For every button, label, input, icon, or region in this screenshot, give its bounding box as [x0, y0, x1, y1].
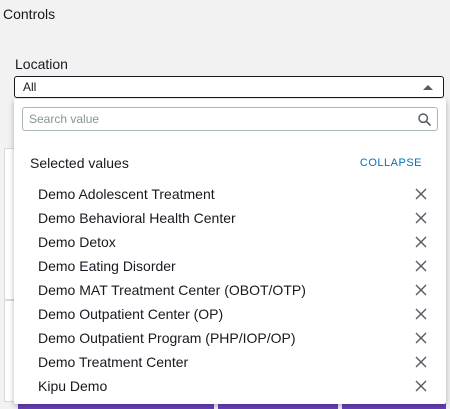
list-item-label: Demo Behavioral Health Center	[38, 210, 236, 226]
close-icon[interactable]	[414, 235, 428, 249]
list-item: Demo Treatment Center	[14, 350, 446, 374]
list-item-label: Kipu Demo	[38, 378, 108, 394]
list-item: Demo MAT Treatment Center (OBOT/OTP)	[14, 278, 446, 302]
list-item-label: Demo Outpatient Center (OP)	[38, 306, 224, 322]
list-item-label: Demo Adolescent Treatment	[38, 186, 215, 202]
list-item-label: Demo Detox	[38, 234, 116, 250]
list-item: Demo Behavioral Health Center	[14, 206, 446, 230]
search-box	[22, 107, 438, 131]
selected-values-header: Selected values COLLAPSE	[30, 155, 422, 171]
list-item: Demo Outpatient Program (PHP/IOP/OP)	[14, 326, 446, 350]
list-item-label: Demo MAT Treatment Center (OBOT/OTP)	[38, 282, 306, 298]
caret-up-icon	[423, 84, 433, 90]
search-icon[interactable]	[418, 112, 431, 126]
collapse-button[interactable]: COLLAPSE	[360, 157, 422, 169]
location-select[interactable]: All	[14, 76, 444, 98]
close-icon[interactable]	[414, 331, 428, 345]
selected-values-list: Demo Adolescent Treatment Demo Behaviora…	[14, 182, 446, 398]
list-item-label: Demo Outpatient Program (PHP/IOP/OP)	[38, 330, 296, 346]
close-icon[interactable]	[414, 187, 428, 201]
location-select-value: All	[23, 80, 37, 94]
list-item: Demo Detox	[14, 230, 446, 254]
location-dropdown: Selected values COLLAPSE Demo Adolescent…	[14, 99, 446, 404]
list-item: Demo Adolescent Treatment	[14, 182, 446, 206]
panel-title: Controls	[3, 6, 56, 22]
search-input[interactable]	[29, 112, 418, 126]
list-item-label: Demo Treatment Center	[38, 354, 189, 370]
list-item-label: Demo Eating Disorder	[38, 258, 176, 274]
list-item: Demo Eating Disorder	[14, 254, 446, 278]
close-icon[interactable]	[414, 211, 428, 225]
close-icon[interactable]	[414, 283, 428, 297]
list-item: Demo Outpatient Center (OP)	[14, 302, 446, 326]
close-icon[interactable]	[414, 259, 428, 273]
close-icon[interactable]	[414, 355, 428, 369]
close-icon[interactable]	[414, 307, 428, 321]
location-label: Location	[15, 56, 68, 72]
close-icon[interactable]	[414, 379, 428, 393]
list-item: Kipu Demo	[14, 374, 446, 398]
selected-values-title: Selected values	[30, 155, 129, 171]
